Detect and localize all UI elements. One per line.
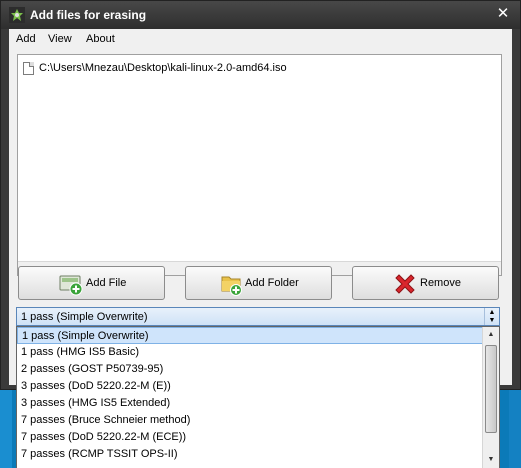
file-icon bbox=[23, 62, 34, 75]
window-title: Add files for erasing bbox=[30, 8, 147, 22]
dropdown-option[interactable]: 7 passes (RCMP TSSIT OPS-II) bbox=[17, 446, 483, 463]
menu-add[interactable]: Add bbox=[16, 33, 36, 45]
remove-x-icon bbox=[395, 274, 415, 294]
add-folder-label: Add Folder bbox=[245, 277, 299, 289]
file-list-item[interactable]: C:\Users\Mnezau\Desktop\kali-linux-2.0-a… bbox=[21, 60, 491, 76]
remove-label: Remove bbox=[420, 277, 461, 289]
desktop-background-right bbox=[509, 388, 521, 468]
chevron-updown-icon[interactable]: ▲ ▼ bbox=[484, 308, 499, 325]
erase-method-select[interactable]: 1 pass (Simple Overwrite) ▲ ▼ bbox=[16, 307, 500, 326]
erase-method-selected: 1 pass (Simple Overwrite) bbox=[21, 311, 148, 323]
remove-button[interactable]: Remove bbox=[352, 266, 499, 300]
scroll-down-arrow-icon[interactable]: ▼ bbox=[485, 454, 497, 466]
dropdown-option[interactable]: 2 passes (GOST P50739-95) bbox=[17, 361, 483, 378]
erase-method-dropdown[interactable]: 1 pass (Simple Overwrite) 1 pass (HMG IS… bbox=[16, 326, 500, 468]
file-path: C:\Users\Mnezau\Desktop\kali-linux-2.0-a… bbox=[39, 62, 287, 74]
desktop-background bbox=[0, 380, 12, 468]
dropdown-option[interactable]: 7 passes (DoD 5220.22-M (ECE)) bbox=[17, 429, 483, 446]
file-list[interactable]: C:\Users\Mnezau\Desktop\kali-linux-2.0-a… bbox=[17, 54, 502, 276]
dropdown-option[interactable]: 7 passes (Bruce Schneier method) bbox=[17, 412, 483, 429]
app-leaf-icon bbox=[9, 7, 25, 23]
add-file-icon bbox=[59, 275, 83, 296]
dropdown-option[interactable]: 3 passes (HMG IS5 Extended) bbox=[17, 395, 483, 412]
scroll-up-arrow-icon[interactable]: ▲ bbox=[485, 329, 497, 341]
menu-bar: Add View About bbox=[9, 29, 512, 51]
add-file-label: Add File bbox=[86, 277, 127, 289]
add-folder-icon bbox=[221, 276, 242, 296]
menu-view[interactable]: View bbox=[48, 33, 72, 45]
close-icon[interactable]: ✕ bbox=[494, 5, 512, 23]
add-folder-button[interactable]: Add Folder bbox=[185, 266, 332, 300]
scrollbar-thumb[interactable] bbox=[485, 345, 497, 433]
add-file-button[interactable]: Add File bbox=[18, 266, 165, 300]
dropdown-option[interactable]: 1 pass (HMG IS5 Basic) bbox=[17, 344, 483, 361]
dropdown-scrollbar[interactable]: ▲ ▼ bbox=[482, 327, 499, 468]
menu-about[interactable]: About bbox=[86, 33, 115, 45]
dropdown-option[interactable]: 1 pass (Simple Overwrite) bbox=[17, 327, 483, 344]
title-bar[interactable]: Add files for erasing ✕ bbox=[1, 1, 520, 29]
dropdown-option[interactable]: 3 passes (DoD 5220.22-M (E)) bbox=[17, 378, 483, 395]
